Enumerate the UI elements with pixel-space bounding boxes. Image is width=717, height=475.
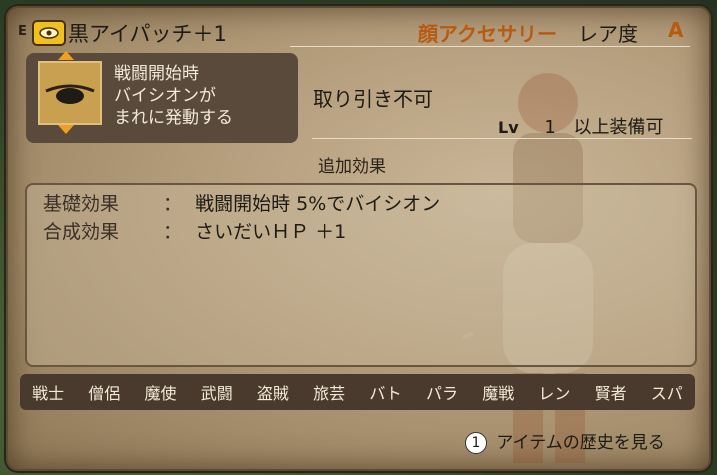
- eyepatch-category-icon: [32, 20, 66, 46]
- description-line: 戦闘開始時: [114, 64, 199, 84]
- effect-separator: ：: [163, 193, 183, 215]
- level-requirement: Lv 1 以上装備可: [498, 113, 664, 139]
- effect-value: さいだいＨＰ ＋1: [195, 221, 347, 243]
- job-battle-master: バト: [369, 384, 402, 403]
- item-name: 黒アイパッチ＋1: [68, 22, 227, 46]
- effect-label: 基礎効果: [43, 193, 120, 215]
- equip-badge: E: [18, 24, 27, 39]
- job-armamentalist: 魔戦: [482, 384, 515, 403]
- job-entertainer: 旅芸: [313, 384, 346, 403]
- job-ranger: レン: [538, 384, 571, 403]
- level-suffix: 以上装備可: [573, 117, 664, 138]
- effect-value: 戦闘開始時 5%でバイシオン: [195, 193, 441, 215]
- job-superstar: スパ: [650, 384, 683, 403]
- equippable-jobs-bar: 戦士 僧侶 魔使 武闘 盗賊 旅芸 バト パラ 魔戦 レン 賢者 スパ: [20, 374, 695, 410]
- item-title-row: E 黒アイパッチ＋1 顔アクセサリー レア度 A: [18, 18, 698, 46]
- job-warrior: 戦士: [32, 384, 65, 403]
- item-summary-box: 戦闘開始時 バイシオンが まれに発動する: [26, 51, 298, 143]
- effects-box: 基礎効果 ： 戦闘開始時 5%でバイシオン 合成効果 ： さいだいＨＰ ＋1: [25, 183, 697, 367]
- scroll-down-icon[interactable]: [58, 125, 74, 134]
- item-description: 戦闘開始時 バイシオンが まれに発動する: [114, 63, 233, 129]
- description-line: バイシオンが: [114, 86, 216, 106]
- view-item-history-button[interactable]: 1 アイテムの歴史を見る: [465, 428, 665, 454]
- level-value: 1: [544, 117, 556, 138]
- button-1-icon: 1: [465, 432, 487, 454]
- item-category: 顔アクセサリー: [418, 22, 557, 46]
- effects-header: 追加効果: [318, 157, 386, 177]
- job-martial-artist: 武闘: [200, 384, 233, 403]
- description-line: まれに発動する: [114, 108, 233, 128]
- scroll-up-icon[interactable]: [58, 51, 74, 60]
- level-divider: [312, 138, 692, 139]
- rarity-label: レア度: [578, 22, 638, 46]
- rarity-value: A: [668, 18, 684, 42]
- level-label: Lv: [498, 118, 519, 137]
- history-label: アイテムの歴史を見る: [496, 433, 665, 453]
- effect-row-base: 基礎効果 ： 戦闘開始時 5%でバイシオン: [43, 189, 440, 216]
- effect-separator: ：: [163, 221, 183, 243]
- title-divider: [290, 46, 690, 47]
- effect-row-synthesis: 合成効果 ： さいだいＨＰ ＋1: [43, 217, 346, 244]
- job-mage: 魔使: [144, 384, 177, 403]
- effect-label: 合成効果: [43, 221, 120, 243]
- job-paladin: パラ: [425, 384, 458, 403]
- job-sage: 賢者: [594, 384, 627, 403]
- black-eyepatch-icon: [38, 61, 102, 125]
- job-thief: 盗賊: [256, 384, 289, 403]
- job-priest: 僧侶: [88, 384, 121, 403]
- trade-status: 取り引き不可: [313, 87, 433, 111]
